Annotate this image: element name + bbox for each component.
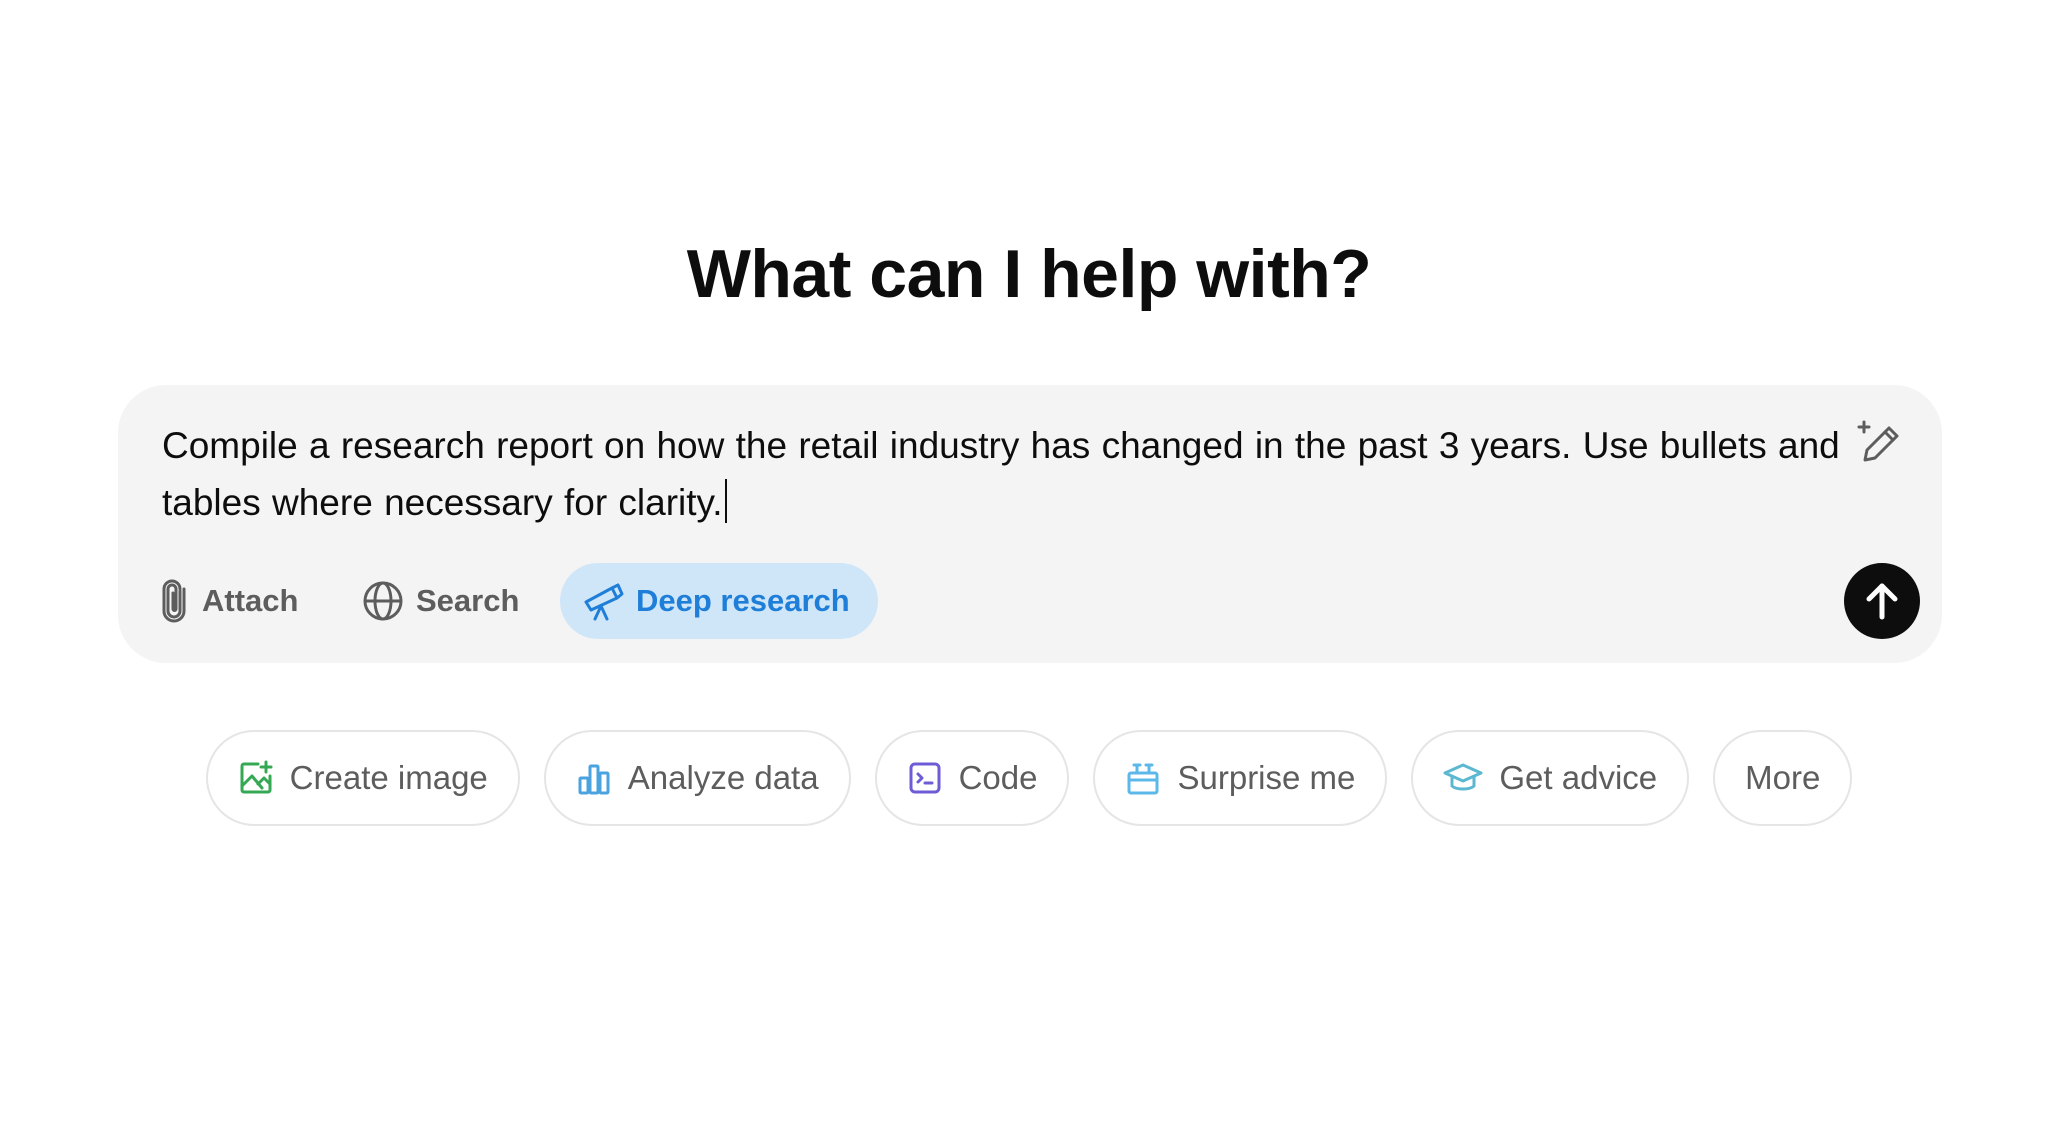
chip-label: Surprise me <box>1177 759 1356 796</box>
surprise-me-chip[interactable]: Surprise me <box>1093 730 1388 826</box>
telescope-icon <box>582 580 624 622</box>
prompt-input[interactable]: Compile a research report on how the ret… <box>162 417 1862 531</box>
chip-label: Code <box>958 759 1038 796</box>
deep-research-button[interactable]: Deep research <box>560 563 878 639</box>
globe-icon <box>362 580 404 622</box>
chip-label: Get advice <box>1499 759 1658 796</box>
gift-icon <box>1125 760 1161 796</box>
more-chip[interactable]: More <box>1713 730 1853 826</box>
chip-label: Analyze data <box>627 759 819 796</box>
sparkle-pen-icon <box>1855 418 1905 468</box>
prompt-input-text: Compile a research report on how the ret… <box>162 425 1840 523</box>
attach-button[interactable]: Attach <box>158 563 298 639</box>
page-title: What can I help with? <box>686 236 1372 312</box>
image-icon <box>238 760 274 796</box>
arrow-up-icon <box>1864 581 1900 621</box>
send-button[interactable] <box>1844 563 1920 639</box>
code-chip[interactable]: Code <box>874 730 1070 826</box>
text-caret <box>724 479 727 523</box>
code-icon <box>907 760 943 796</box>
search-button[interactable]: Search <box>362 563 519 639</box>
get-advice-chip[interactable]: Get advice <box>1411 730 1690 826</box>
attach-label: Attach <box>202 583 299 618</box>
page: What can I help with? Compile a research… <box>0 0 2058 1130</box>
chip-label: More <box>1745 759 1821 796</box>
bar-chart-icon <box>576 760 612 796</box>
graduation-cap-icon <box>1443 760 1483 796</box>
composer: Compile a research report on how the ret… <box>118 385 1942 663</box>
create-image-chip[interactable]: Create image <box>205 730 520 826</box>
paperclip-icon <box>158 579 190 623</box>
chip-label: Create image <box>289 759 488 796</box>
analyze-data-chip[interactable]: Analyze data <box>543 730 851 826</box>
search-label: Search <box>416 583 520 618</box>
deep-research-label: Deep research <box>636 583 850 618</box>
enhance-prompt-button[interactable] <box>1852 415 1908 471</box>
suggestion-chips: Create image Analyze data Code Surprise … <box>0 730 2058 826</box>
